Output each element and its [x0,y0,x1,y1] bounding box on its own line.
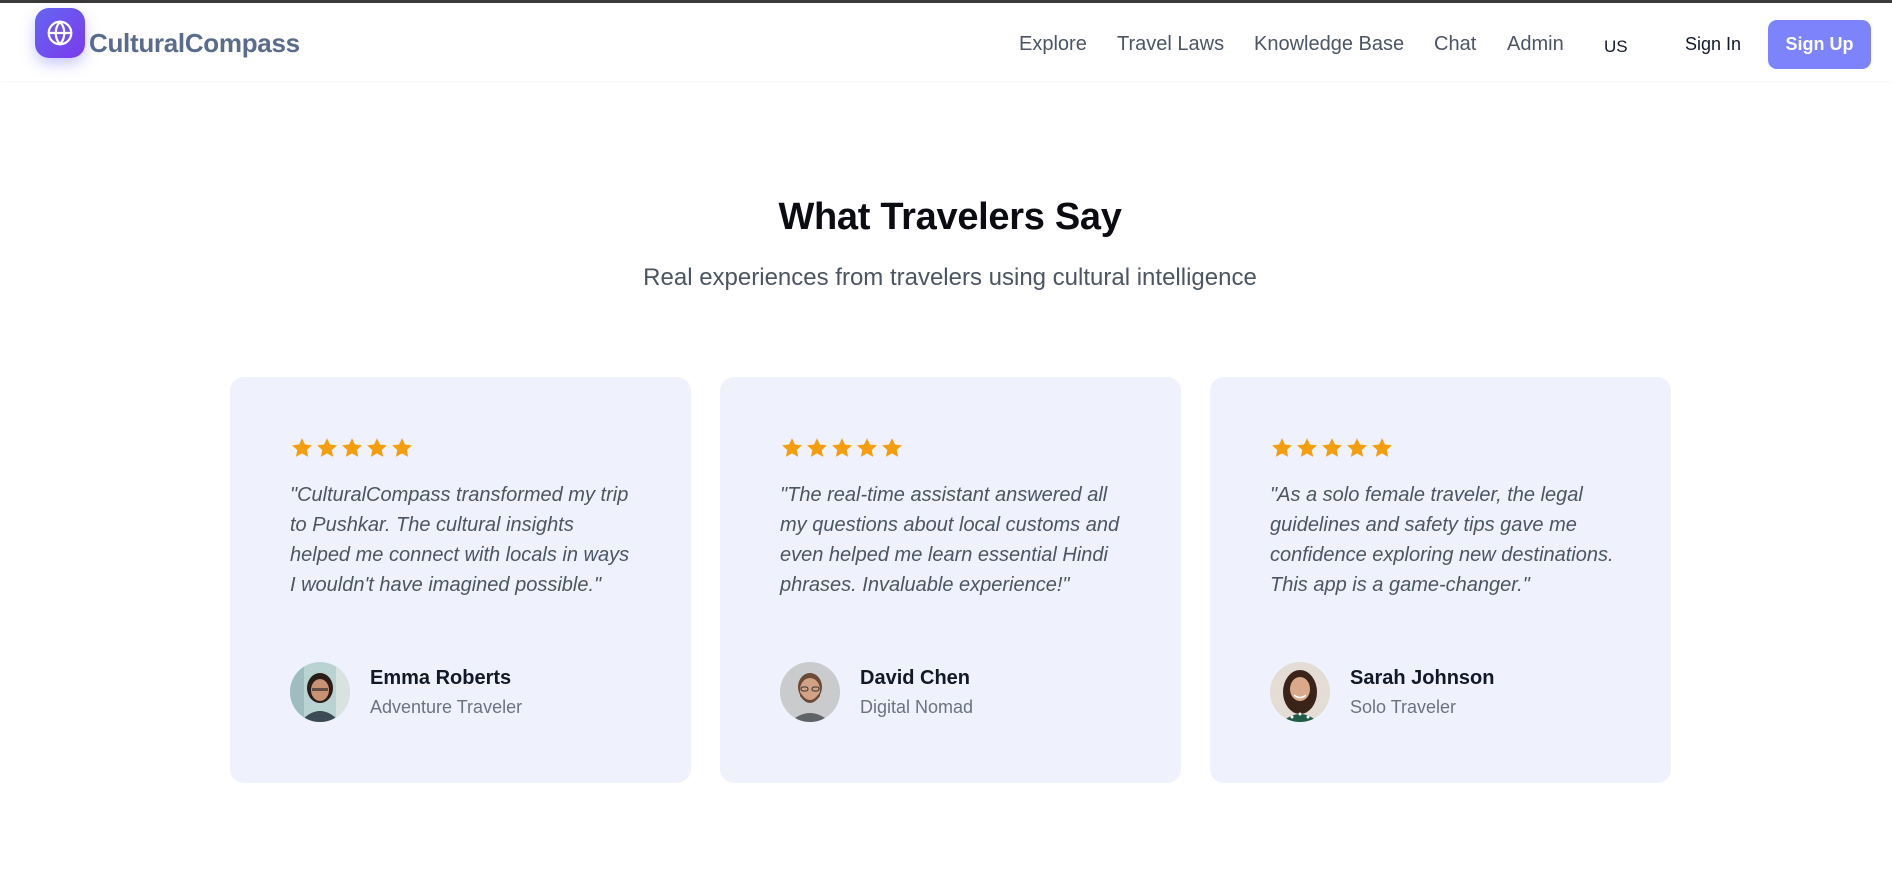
sign-up-button[interactable]: Sign Up [1768,20,1871,69]
star-rating [1270,436,1394,460]
star-icon [1322,438,1342,457]
star-rating [290,436,414,460]
star-icon [1347,438,1367,457]
language-selector[interactable]: US [1604,37,1628,57]
star-icon [392,438,412,457]
main-nav: Explore Travel Laws Knowledge Base Chat … [0,33,1892,63]
star-icon [1272,438,1292,457]
star-icon [317,438,337,457]
star-icon [367,438,387,457]
sign-in-button[interactable]: Sign In [1685,34,1741,55]
star-icon [832,438,852,457]
star-icon [782,438,802,457]
star-rating [780,436,904,460]
nav-knowledge-base[interactable]: Knowledge Base [1254,33,1404,56]
nav-explore[interactable]: Explore [1019,33,1087,56]
testimonial-card: "CulturalCompass transformed my trip to … [230,377,691,783]
nav-travel-laws[interactable]: Travel Laws [1117,33,1224,56]
reviewer-name: Emma Roberts [370,667,512,689]
section-title: What Travelers Say [778,196,1122,238]
reviewer-name: David Chen [860,667,971,689]
avatar [1270,662,1330,722]
testimonial-quote: "The real-time assistant answered all my… [780,484,1120,596]
star-icon [1297,438,1317,457]
navbar: CulturalCompass Explore Travel Laws Know… [0,3,1892,81]
nav-chat[interactable]: Chat [1434,33,1476,56]
reviewer-role: Digital Nomad [860,697,974,717]
nav-admin[interactable]: Admin [1507,33,1564,56]
avatar [780,662,840,722]
avatar [290,662,350,722]
testimonial-card: "As a solo female traveler, the legal gu… [1210,377,1671,783]
section-subtitle: Real experiences from travelers using cu… [643,264,1257,291]
reviewer-role: Solo Traveler [1350,697,1457,717]
testimonial-quote: "CulturalCompass transformed my trip to … [290,484,630,596]
star-icon [857,438,877,457]
star-icon [807,438,827,457]
reviewer-role: Adventure Traveler [370,697,523,717]
testimonial-card: "The real-time assistant answered all my… [720,377,1181,783]
testimonial-quote: "As a solo female traveler, the legal gu… [1270,484,1614,596]
reviewer-name: Sarah Johnson [1350,667,1495,689]
star-icon [1372,438,1392,457]
star-icon [882,438,902,457]
star-icon [292,438,312,457]
star-icon [342,438,362,457]
